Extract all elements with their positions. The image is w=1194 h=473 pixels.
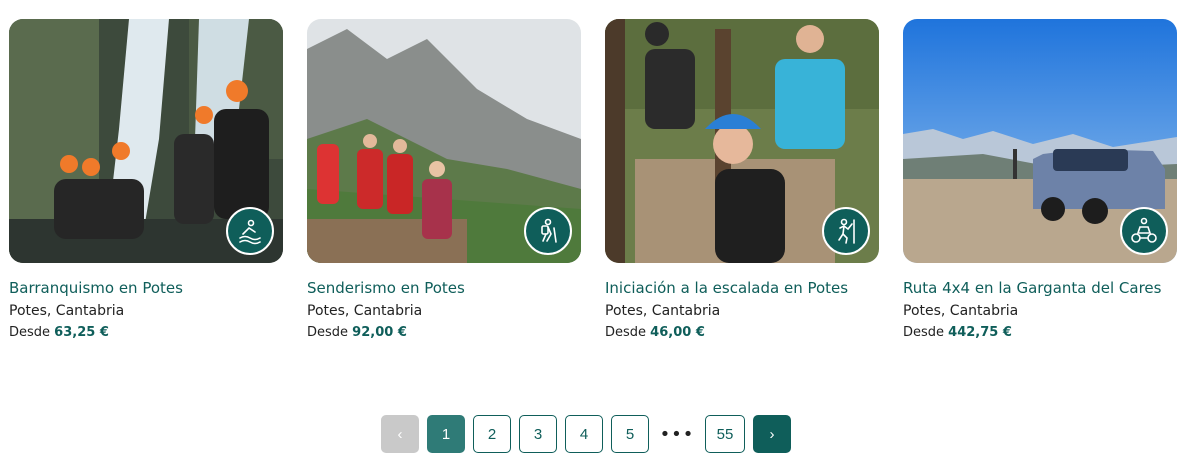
- activity-photo[interactable]: [605, 19, 879, 263]
- activity-location: Potes, Cantabria: [605, 303, 721, 319]
- activity-price-line: Desde 63,25 €: [9, 322, 283, 343]
- activity-photo[interactable]: [307, 19, 581, 263]
- pagination: ‹ 1 2 3 4 5 ••• 55 ›: [381, 415, 791, 453]
- price-prefix: Desde: [605, 325, 647, 340]
- activity-price-line: Desde 442,75 €: [903, 322, 1177, 343]
- prev-page-button[interactable]: ‹: [381, 415, 419, 453]
- climbing-icon: [822, 207, 870, 255]
- activity-photo[interactable]: [9, 19, 283, 263]
- activity-card-escalada[interactable]: Iniciación a la escalada en Potes Potes,…: [605, 19, 879, 343]
- page-button-last[interactable]: 55: [705, 415, 745, 453]
- activity-card-ruta-4x4[interactable]: Ruta 4x4 en la Garganta del Cares Potes,…: [903, 19, 1177, 343]
- activity-card-barranquismo[interactable]: Barranquismo en Potes Potes, Cantabria D…: [9, 19, 283, 343]
- activity-title[interactable]: Barranquismo en Potes: [9, 277, 283, 300]
- activity-title[interactable]: Senderismo en Potes: [307, 277, 581, 300]
- activity-location: Potes, Cantabria: [9, 303, 125, 319]
- page-button-3[interactable]: 3: [519, 415, 557, 453]
- activity-title[interactable]: Iniciación a la escalada en Potes: [605, 277, 879, 300]
- price-prefix: Desde: [307, 325, 349, 340]
- activity-price-line: Desde 92,00 €: [307, 322, 581, 343]
- page-button-2[interactable]: 2: [473, 415, 511, 453]
- activity-location: Potes, Cantabria: [307, 303, 423, 319]
- hiking-icon: [524, 207, 572, 255]
- price-prefix: Desde: [903, 325, 945, 340]
- next-page-button[interactable]: ›: [753, 415, 791, 453]
- activity-grid: Barranquismo en Potes Potes, Cantabria D…: [9, 19, 1177, 343]
- activity-location: Potes, Cantabria: [903, 303, 1019, 319]
- quad-4x4-icon: [1120, 207, 1168, 255]
- activity-card-senderismo[interactable]: Senderismo en Potes Potes, Cantabria Des…: [307, 19, 581, 343]
- pagination-ellipsis: •••: [659, 423, 695, 445]
- activity-photo[interactable]: [903, 19, 1177, 263]
- page-button-4[interactable]: 4: [565, 415, 603, 453]
- price-prefix: Desde: [9, 325, 51, 340]
- activity-price: 63,25 €: [54, 325, 109, 340]
- page-button-5[interactable]: 5: [611, 415, 649, 453]
- activity-price: 442,75 €: [948, 325, 1012, 340]
- page-button-1[interactable]: 1: [427, 415, 465, 453]
- activity-price-line: Desde 46,00 €: [605, 322, 879, 343]
- activity-price: 46,00 €: [650, 325, 705, 340]
- activity-title[interactable]: Ruta 4x4 en la Garganta del Cares: [903, 277, 1177, 300]
- canyoning-icon: [226, 207, 274, 255]
- activity-price: 92,00 €: [352, 325, 407, 340]
